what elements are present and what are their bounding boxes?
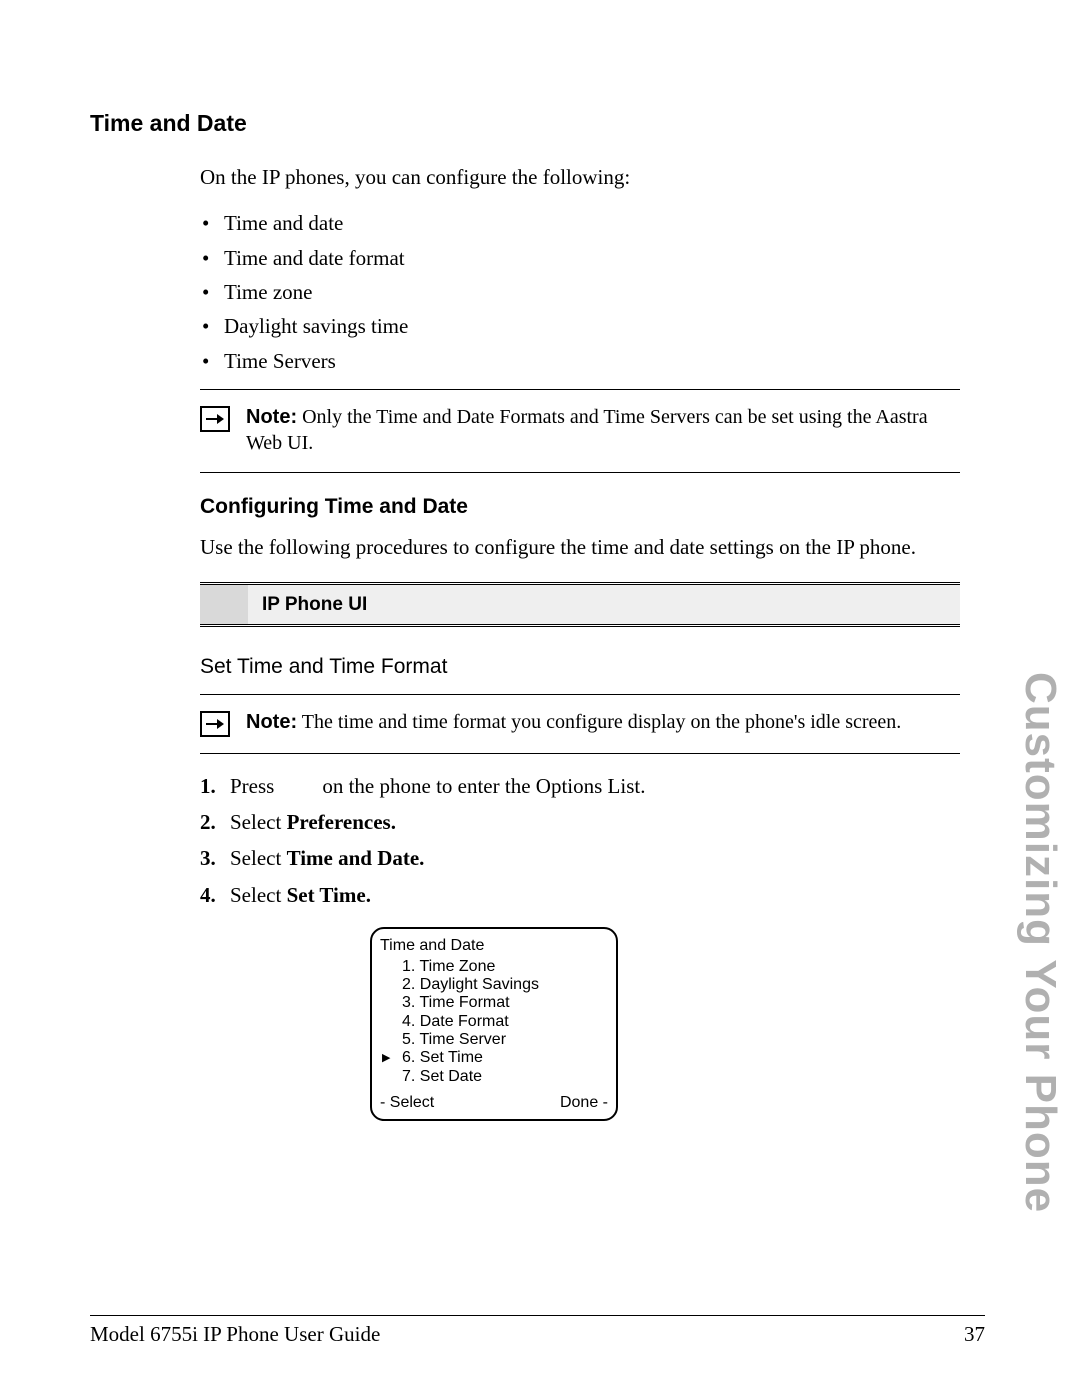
note-label: Note: <box>246 406 297 428</box>
procedure-steps: Press on the phone to enter the Options L… <box>200 772 960 909</box>
step-item: Select Preferences. <box>200 808 960 836</box>
bullet-item: Time and date format <box>224 244 960 272</box>
ui-bar-tab <box>200 585 248 625</box>
footer-page-number: 37 <box>964 1322 985 1347</box>
step-item: Select Time and Date. <box>200 844 960 872</box>
bullet-item: Time and date <box>224 209 960 237</box>
footer-doc-title: Model 6755i IP Phone User Guide <box>90 1322 380 1347</box>
step-text: Select <box>230 846 287 870</box>
phone-menu-item-selected: 6. Set Time <box>402 1049 608 1067</box>
note-text: Note: The time and time format you confi… <box>246 709 901 735</box>
phone-menu-item: 5. Time Server <box>402 1031 608 1049</box>
step-item: Select Set Time. <box>200 881 960 909</box>
ui-context-bar: IP Phone UI <box>200 582 960 628</box>
page-footer: Model 6755i IP Phone User Guide 37 <box>90 1315 985 1347</box>
note-label: Note: <box>246 711 297 733</box>
side-section-title: Customizing Your Phone <box>1015 672 1065 1213</box>
step-text: Select <box>230 883 287 907</box>
phone-menu-item: 7. Set Date <box>402 1068 608 1086</box>
footer-divider <box>90 1315 985 1316</box>
phone-menu-item: 2. Daylight Savings <box>402 976 608 994</box>
step-text: Select <box>230 810 287 834</box>
note-body: Only the Time and Date Formats and Time … <box>246 406 928 454</box>
heading-set-time-format: Set Time and Time Format <box>200 653 960 681</box>
phone-softkeys: - Select Done - <box>380 1094 608 1112</box>
bullet-item: Daylight savings time <box>224 312 960 340</box>
arrow-right-icon <box>200 711 230 737</box>
note-block: Note: Only the Time and Date Formats and… <box>200 398 960 464</box>
body-content: On the IP phones, you can configure the … <box>200 163 960 1121</box>
divider <box>200 472 960 473</box>
heading-time-and-date: Time and Date <box>90 110 985 137</box>
phone-screen: Time and Date 1. Time Zone 2. Daylight S… <box>370 927 618 1121</box>
document-page: Customizing Your Phone Time and Date On … <box>0 0 1080 1397</box>
step-text: Press <box>230 774 274 798</box>
bullet-item: Time zone <box>224 278 960 306</box>
phone-screen-illustration: Time and Date 1. Time Zone 2. Daylight S… <box>370 927 960 1121</box>
config-bullet-list: Time and date Time and date format Time … <box>200 209 960 375</box>
divider <box>200 389 960 390</box>
divider <box>200 753 960 754</box>
step-bold-term: Time and Date. <box>287 846 425 870</box>
heading-configuring-time-date: Configuring Time and Date <box>200 493 960 521</box>
phone-menu-item: 1. Time Zone <box>402 958 608 976</box>
bullet-item: Time Servers <box>224 347 960 375</box>
step-bold-term: Preferences. <box>287 810 396 834</box>
phone-menu-item: 4. Date Format <box>402 1013 608 1031</box>
note-body: The time and time format you configure d… <box>297 711 901 733</box>
note-text: Note: Only the Time and Date Formats and… <box>246 404 960 456</box>
phone-menu-items: 1. Time Zone 2. Daylight Savings 3. Time… <box>380 958 608 1087</box>
note-block: Note: The time and time format you confi… <box>200 703 960 745</box>
softkey-select: - Select <box>380 1094 434 1112</box>
arrow-right-icon <box>200 406 230 432</box>
intro-paragraph: On the IP phones, you can configure the … <box>200 163 960 191</box>
softkey-done: Done - <box>560 1094 608 1112</box>
phone-menu-title: Time and Date <box>380 937 608 955</box>
step-text: on the phone to enter the Options List. <box>322 774 645 798</box>
phone-menu-item: 3. Time Format <box>402 994 608 1012</box>
sub-intro-paragraph: Use the following procedures to configur… <box>200 533 960 561</box>
step-bold-term: Set Time. <box>287 883 371 907</box>
ui-bar-label: IP Phone UI <box>248 585 960 625</box>
step-item: Press on the phone to enter the Options L… <box>200 772 960 800</box>
divider <box>200 694 960 695</box>
